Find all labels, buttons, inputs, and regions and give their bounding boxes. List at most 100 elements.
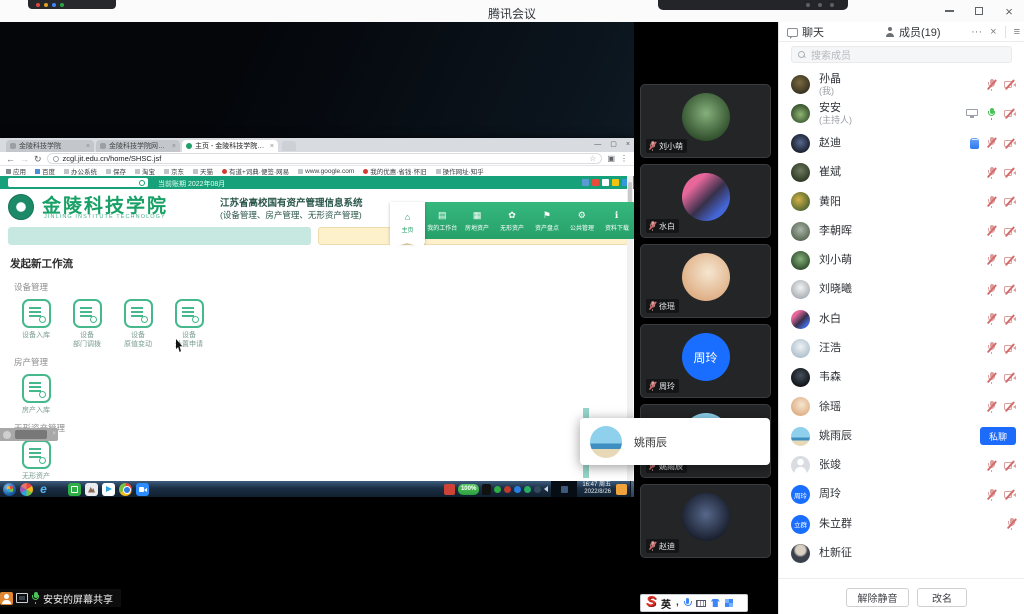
video-tile[interactable]: 刘小萌 — [640, 84, 771, 158]
tray-icon[interactable] — [524, 486, 531, 493]
site-search-input[interactable] — [8, 178, 148, 187]
taskbar-clock[interactable]: 16:47 周五 2022/8/26 — [580, 482, 613, 496]
member-row[interactable]: 徐瑶 — [779, 392, 1024, 421]
minimize-button[interactable] — [942, 4, 956, 18]
tray-icon[interactable] — [514, 486, 521, 493]
bookmark-item[interactable]: 操作网址·知乎 — [436, 166, 484, 176]
thumbnail-close-icon[interactable]: × — [52, 430, 56, 438]
browser-close-icon[interactable]: × — [626, 141, 630, 148]
member-row[interactable]: 姚雨辰私聊 — [779, 422, 1024, 451]
new-tab-button[interactable] — [282, 141, 296, 151]
security-tray-icon[interactable] — [616, 484, 627, 495]
member-row[interactable]: 刘小萌 — [779, 246, 1024, 275]
workflow-card[interactable]: 设备 原值变动 — [118, 299, 158, 349]
member-row[interactable]: 张竣 — [779, 451, 1024, 480]
member-row[interactable]: 杜新征 — [779, 539, 1024, 568]
bookmark-item[interactable]: 京东 — [164, 166, 184, 176]
language-bar[interactable] — [551, 481, 577, 497]
strip-icon[interactable] — [612, 179, 619, 186]
private-chat-popup[interactable]: 姚雨辰 — [580, 418, 770, 465]
close-button[interactable]: × — [1002, 4, 1016, 18]
member-row[interactable]: 赵迪 — [779, 129, 1024, 158]
address-bar[interactable]: zcgl.jit.edu.cn/home/SHSC.jsf ☆ — [47, 153, 603, 164]
nav-item[interactable]: ⚑资产盘点 — [529, 202, 564, 239]
album-icon[interactable] — [85, 483, 98, 496]
workflow-card[interactable]: 设备 部门调拨 — [67, 299, 107, 349]
tab-chat[interactable]: 聊天 — [787, 22, 824, 42]
browser-menu-icon[interactable]: ⋮ — [620, 154, 628, 163]
bookmark-item[interactable]: 我的优惠·省钱·怀旧 — [363, 166, 426, 176]
pinwheel-icon[interactable] — [20, 483, 33, 496]
tray-icon[interactable] — [504, 486, 511, 493]
browser-tab[interactable]: 金陵科技学院网上服务…× — [96, 140, 180, 152]
member-row[interactable]: 孙晶(我) — [779, 70, 1024, 99]
workflow-card[interactable]: 设备入库 — [16, 299, 56, 349]
panel-menu-icon[interactable]: ≡ — [1014, 26, 1020, 38]
strip-icon[interactable] — [582, 179, 589, 186]
sogou-ime-bar[interactable]: S 英 , — [640, 594, 748, 612]
bookmark-item[interactable]: 保存 — [106, 166, 126, 176]
forward-icon[interactable]: → — [20, 154, 29, 164]
member-row[interactable]: 汪浩 — [779, 334, 1024, 363]
panel-close-icon[interactable]: × — [990, 26, 996, 38]
rename-button[interactable]: 改名 — [917, 588, 967, 607]
extension-icon[interactable]: ▣ — [607, 154, 615, 163]
nav-item[interactable]: ⚙公共管理 — [564, 202, 599, 239]
bookmark-item[interactable]: 百度 — [35, 166, 55, 176]
browser-minimize-icon[interactable]: — — [594, 141, 601, 148]
site-info-icon[interactable] — [53, 156, 59, 162]
refresh-icon[interactable]: ↻ — [34, 154, 42, 164]
maximize-button[interactable] — [972, 4, 986, 18]
tab-close-icon[interactable]: × — [86, 143, 90, 150]
video-tile[interactable]: 水白 — [640, 164, 771, 238]
member-row[interactable]: 立群朱立群 — [779, 509, 1024, 538]
member-row[interactable]: 崔斌 — [779, 158, 1024, 187]
voice-input-icon[interactable] — [684, 598, 691, 609]
meeting-control-bar[interactable] — [658, 0, 848, 10]
tab-close-icon[interactable]: × — [270, 143, 274, 150]
nav-item[interactable]: ⌂主页 — [390, 202, 425, 243]
nav-item[interactable]: ℹ资料下载 — [599, 202, 634, 239]
show-desktop-button[interactable] — [630, 481, 634, 497]
tab-members[interactable]: 成员(19) — [885, 22, 941, 42]
strip-icon[interactable] — [592, 179, 599, 186]
strip-icon[interactable] — [602, 179, 609, 186]
tab-close-icon[interactable]: × — [172, 143, 176, 150]
start-icon[interactable] — [3, 483, 16, 496]
bookmark-star-icon[interactable]: ☆ — [589, 154, 596, 163]
panel-more-icon[interactable]: ··· — [971, 26, 982, 38]
search-input[interactable]: 搜索成员 — [791, 46, 1012, 63]
tray-black-icon[interactable] — [482, 484, 491, 495]
bookmark-item[interactable]: 办公系统 — [64, 166, 97, 176]
tray-icon[interactable] — [534, 486, 541, 493]
nav-item[interactable]: ✿无形资产 — [495, 202, 530, 239]
member-row[interactable]: 黄阳 — [779, 187, 1024, 216]
tray-icon[interactable] — [494, 486, 501, 493]
bookmark-item[interactable]: 天猫 — [193, 166, 213, 176]
member-row[interactable]: 韦森 — [779, 363, 1024, 392]
video-tile[interactable]: 周玲周玲 — [640, 324, 771, 398]
browser-tab[interactable]: 主页 - 金陵科技学院国…× — [182, 140, 278, 152]
back-icon[interactable]: ← — [6, 154, 15, 164]
member-row[interactable]: 周玲周玲 — [779, 480, 1024, 509]
unmute-button[interactable]: 解除静音 — [846, 588, 909, 607]
member-row[interactable]: 水白 — [779, 304, 1024, 333]
soft-keyboard-icon[interactable] — [696, 600, 706, 607]
ime-mode-label[interactable]: 英 — [661, 596, 671, 611]
workflow-card[interactable]: 房产入库 — [16, 374, 56, 415]
chrome-icon[interactable] — [119, 483, 132, 496]
toolbox-icon[interactable] — [725, 599, 733, 607]
floating-mini-toolbar[interactable] — [28, 0, 116, 9]
bookmark-item[interactable]: 有道+词典·便签·网易 — [222, 166, 289, 176]
video-tile[interactable]: 徐瑶 — [640, 244, 771, 318]
skin-icon[interactable] — [711, 599, 720, 607]
nav-item[interactable]: ▦房地资产 — [460, 202, 495, 239]
tray-red-app-icon[interactable] — [444, 484, 455, 495]
video-icon[interactable] — [102, 483, 115, 496]
workflow-card[interactable]: 无形资产 入库 — [16, 440, 56, 481]
bookmark-item[interactable]: www.google.com — [298, 168, 354, 175]
browser-tab[interactable]: 金陵科技学院× — [6, 140, 94, 152]
workflow-card[interactable]: 设备 处置申请 — [169, 299, 209, 349]
meeting-icon[interactable] — [136, 483, 149, 496]
video-tile[interactable]: 赵迪 — [640, 484, 771, 558]
